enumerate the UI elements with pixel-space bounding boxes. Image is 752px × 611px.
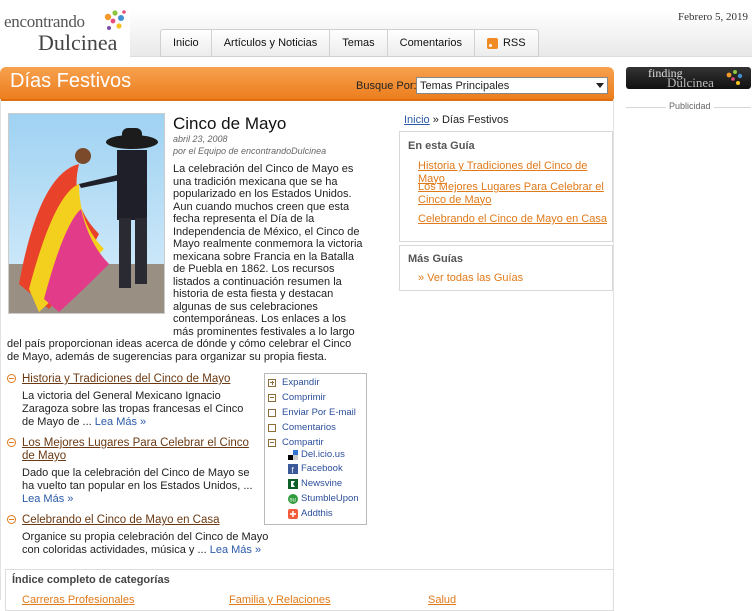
share-button[interactable]: Compartir	[268, 437, 324, 448]
read-more-link[interactable]: Lea Más »	[95, 416, 146, 428]
category-index: Índice completo de categorías Carreras P…	[5, 569, 614, 611]
email-label: Enviar Por E-mail	[282, 407, 356, 418]
share-addthis[interactable]: Addthis	[288, 508, 333, 519]
guide-box-heading: En esta Guía	[408, 140, 475, 152]
delicious-icon	[288, 449, 298, 460]
facebook-icon: f	[288, 463, 298, 474]
logo-dots-icon	[104, 10, 126, 30]
rss-icon	[486, 37, 498, 49]
stumbleupon-icon: su	[288, 493, 298, 504]
nav-comentarios[interactable]: Comentarios	[388, 30, 475, 56]
read-more-link[interactable]: Lea Más »	[210, 544, 261, 556]
email-button[interactable]: Enviar Por E-mail	[268, 407, 356, 418]
site-logo[interactable]: encontrando Dulcinea	[4, 8, 134, 55]
article-byline: por el Equipo de encontrandoDulcinea	[173, 146, 327, 156]
topic-select[interactable]: Temas Principales	[416, 77, 608, 94]
nav-rss-label: RSS	[502, 37, 526, 49]
article-date: abril 23, 2008	[173, 134, 228, 144]
guide-box: En esta Guía Historia y Tradiciones del …	[399, 131, 613, 242]
facebook-label: Facebook	[301, 463, 343, 474]
more-guides-heading: Más Guías	[408, 253, 464, 265]
newsvine-icon	[288, 478, 298, 489]
guide-link-casa[interactable]: Celebrando el Cinco de Mayo en Casa	[22, 514, 220, 527]
breadcrumb-home-link[interactable]: Inicio	[404, 114, 430, 126]
addthis-icon	[288, 508, 298, 519]
breadcrumb-current: Días Festivos	[441, 114, 509, 126]
plus-icon	[268, 378, 276, 387]
article-title: Cinco de Mayo	[173, 114, 287, 133]
stumbleupon-label: StumbleUpon	[301, 493, 359, 504]
delicious-label: Del.icio.us	[301, 449, 345, 460]
share-facebook[interactable]: f Facebook	[288, 463, 343, 474]
topic-select-value: Temas Principales	[420, 80, 510, 92]
share-newsvine[interactable]: Newsvine	[288, 478, 342, 489]
minus-icon	[268, 393, 276, 402]
category-link-carreras[interactable]: Carreras Profesionales	[22, 594, 135, 606]
breadcrumb-separator: »	[432, 114, 439, 126]
share-delicious[interactable]: Del.icio.us	[288, 449, 345, 460]
article-body: La celebración del Cinco de Mayo es una …	[7, 163, 365, 363]
comment-icon	[268, 423, 276, 432]
photo-spacer	[7, 163, 173, 328]
main-nav: Inicio Artículos y Noticias Temas Coment…	[160, 29, 539, 57]
category-index-title: Índice completo de categorías	[12, 574, 170, 586]
nav-rss[interactable]: RSS	[475, 30, 538, 56]
content-border-left	[0, 99, 1, 600]
read-more-link[interactable]: Lea Más »	[22, 493, 73, 505]
nav-inicio[interactable]: Inicio	[161, 30, 212, 56]
addthis-label: Addthis	[301, 508, 333, 519]
guide-link-historia[interactable]: Historia y Tradiciones del Cinco de Mayo	[22, 373, 230, 386]
breadcrumb: Inicio » Días Festivos	[404, 114, 509, 126]
finding-dulcinea-logo[interactable]: finding Dulcinea	[626, 66, 751, 90]
guide-link-lugares[interactable]: Los Mejores Lugares Para Celebrar el Cin…	[22, 437, 262, 463]
logo-text-top: encontrando	[4, 12, 85, 31]
share-label: Compartir	[282, 437, 324, 448]
share-stumbleupon[interactable]: su StumbleUpon	[288, 493, 359, 504]
guide-desc-lugares: Dado que la celebración del Cinco de May…	[22, 467, 258, 505]
expand-label: Expandir	[282, 377, 320, 388]
comments-button[interactable]: Comentarios	[268, 422, 336, 433]
guide-desc-casa: Organice su propia celebración del Cinco…	[22, 531, 284, 557]
share-box: Expandir Comprimir Enviar Por E-mail Com…	[264, 373, 367, 525]
nav-temas[interactable]: Temas	[330, 30, 388, 56]
view-all-guides-link[interactable]: » Ver todas las Guías	[418, 272, 523, 285]
guide-desc-historia: La victoria del General Mexicano Ignacio…	[22, 390, 258, 428]
category-link-familia[interactable]: Familia y Relaciones	[229, 594, 330, 606]
print-button[interactable]: Comprimir	[268, 392, 326, 403]
comments-label: Comentarios	[282, 422, 336, 433]
fd-logo-bottom: Dulcinea	[667, 75, 714, 90]
guide-box-link-casa[interactable]: Celebrando el Cinco de Mayo en Casa	[418, 213, 607, 226]
envelope-icon	[268, 408, 276, 417]
fd-dots-icon	[726, 70, 743, 85]
chevron-down-icon	[596, 83, 604, 88]
category-link-salud[interactable]: Salud	[428, 594, 456, 606]
search-by-label: Busque Por:	[356, 80, 417, 92]
guide-box-link-lugares[interactable]: Los Mejores Lugares Para Celebrar el Cin…	[418, 181, 606, 206]
ad-label: Publicidad	[666, 101, 714, 111]
bullet-icon	[7, 438, 16, 447]
more-guides-box: Más Guías » Ver todas las Guías	[399, 245, 613, 291]
bullet-icon	[7, 515, 16, 524]
expand-button[interactable]: Expandir	[268, 377, 320, 388]
print-label: Comprimir	[282, 392, 326, 403]
bullet-icon	[7, 374, 16, 383]
content-border-right	[613, 99, 614, 600]
section-title: Días Festivos	[10, 70, 132, 92]
svg-text:su: su	[290, 497, 296, 503]
guide-desc-text: Dado que la celebración del Cinco de May…	[22, 467, 253, 492]
minus-icon	[268, 438, 276, 447]
newsvine-label: Newsvine	[301, 478, 343, 489]
nav-articulos[interactable]: Artículos y Noticias	[212, 30, 331, 56]
header-date: Febrero 5, 2019	[678, 11, 748, 23]
